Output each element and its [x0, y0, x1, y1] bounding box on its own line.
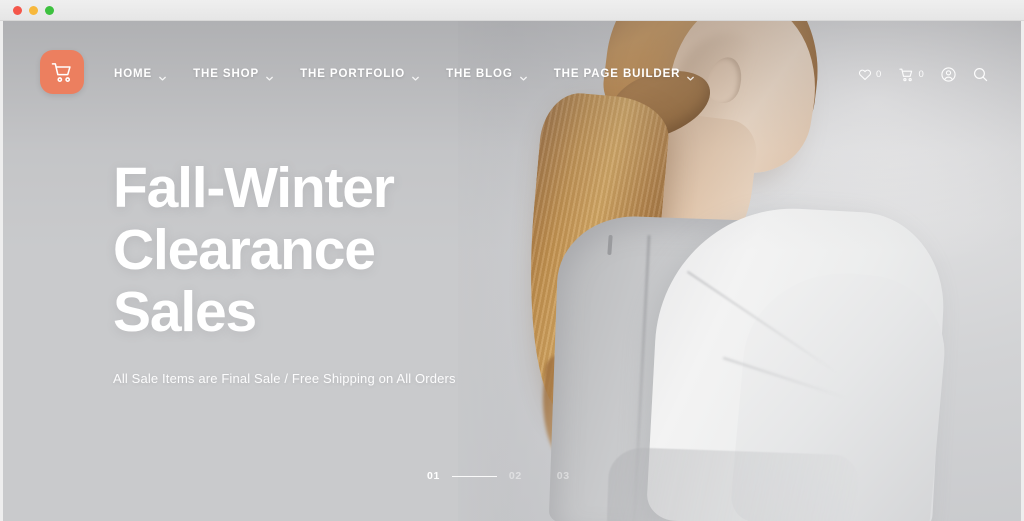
chevron-down-icon [519, 70, 528, 81]
browser-titlebar [0, 0, 1024, 21]
cart-count: 0 [918, 69, 924, 80]
cart-button[interactable]: 0 [898, 68, 924, 82]
main-navigation: HOME THE SHOP THE PORTFOLIO THE BLOG THE… [114, 68, 696, 81]
header-actions: 0 0 [858, 67, 988, 82]
browser-window: HOME THE SHOP THE PORTFOLIO THE BLOG THE… [0, 0, 1024, 521]
chevron-down-icon [686, 70, 695, 81]
garment-hem [606, 446, 860, 521]
nav-item-label: THE PAGE BUILDER [553, 68, 681, 80]
nav-item-the-shop[interactable]: THE SHOP [193, 68, 274, 81]
site-logo[interactable] [40, 50, 84, 94]
chevron-down-icon [158, 70, 167, 81]
minimize-window-button[interactable] [29, 6, 38, 15]
nav-item-home[interactable]: HOME [114, 68, 167, 81]
user-account-icon [941, 67, 956, 82]
close-window-button[interactable] [13, 6, 22, 15]
hero-title-line: Fall-Winter [113, 156, 395, 220]
slide-indicator-02[interactable]: 02 [509, 470, 522, 482]
hero-title-line: Sales [113, 280, 257, 344]
nav-item-the-blog[interactable]: THE BLOG [446, 68, 528, 81]
account-button[interactable] [941, 67, 956, 82]
traffic-lights [13, 6, 54, 15]
shopping-cart-icon [898, 68, 915, 82]
hero-subtitle: All Sale Items are Final Sale / Free Shi… [113, 371, 456, 386]
search-button[interactable] [973, 67, 988, 82]
wishlist-button[interactable]: 0 [858, 68, 881, 81]
heart-icon [858, 68, 872, 81]
site-header: HOME THE SHOP THE PORTFOLIO THE BLOG THE… [3, 21, 1021, 94]
nav-item-the-page-builder[interactable]: THE PAGE BUILDER [553, 68, 696, 81]
nav-item-label: THE SHOP [193, 68, 260, 80]
nav-item-label: HOME [114, 68, 153, 80]
search-icon [973, 67, 988, 82]
wishlist-count: 0 [876, 69, 882, 80]
nav-item-label: THE PORTFOLIO [300, 68, 406, 80]
slider-pagination: 01 02 03 [427, 470, 570, 482]
chevron-down-icon [265, 70, 274, 81]
nav-item-label: THE BLOG [446, 68, 513, 80]
shopping-cart-icon [51, 62, 74, 83]
chevron-down-icon [411, 70, 420, 81]
slide-active-rule [451, 475, 497, 477]
hero-section: HOME THE SHOP THE PORTFOLIO THE BLOG THE… [3, 21, 1021, 521]
page-viewport: HOME THE SHOP THE PORTFOLIO THE BLOG THE… [3, 21, 1021, 521]
zoom-window-button[interactable] [45, 6, 54, 15]
slide-indicator-01[interactable]: 01 [427, 470, 440, 482]
hero-title: Fall-Winter Clearance Sales [113, 157, 533, 343]
slide-indicator-03[interactable]: 03 [557, 470, 570, 482]
nav-item-the-portfolio[interactable]: THE PORTFOLIO [300, 68, 420, 81]
hero-copy: Fall-Winter Clearance Sales All Sale Ite… [113, 157, 533, 386]
hero-photo [458, 21, 1021, 521]
hero-title-line: Clearance [113, 218, 376, 282]
